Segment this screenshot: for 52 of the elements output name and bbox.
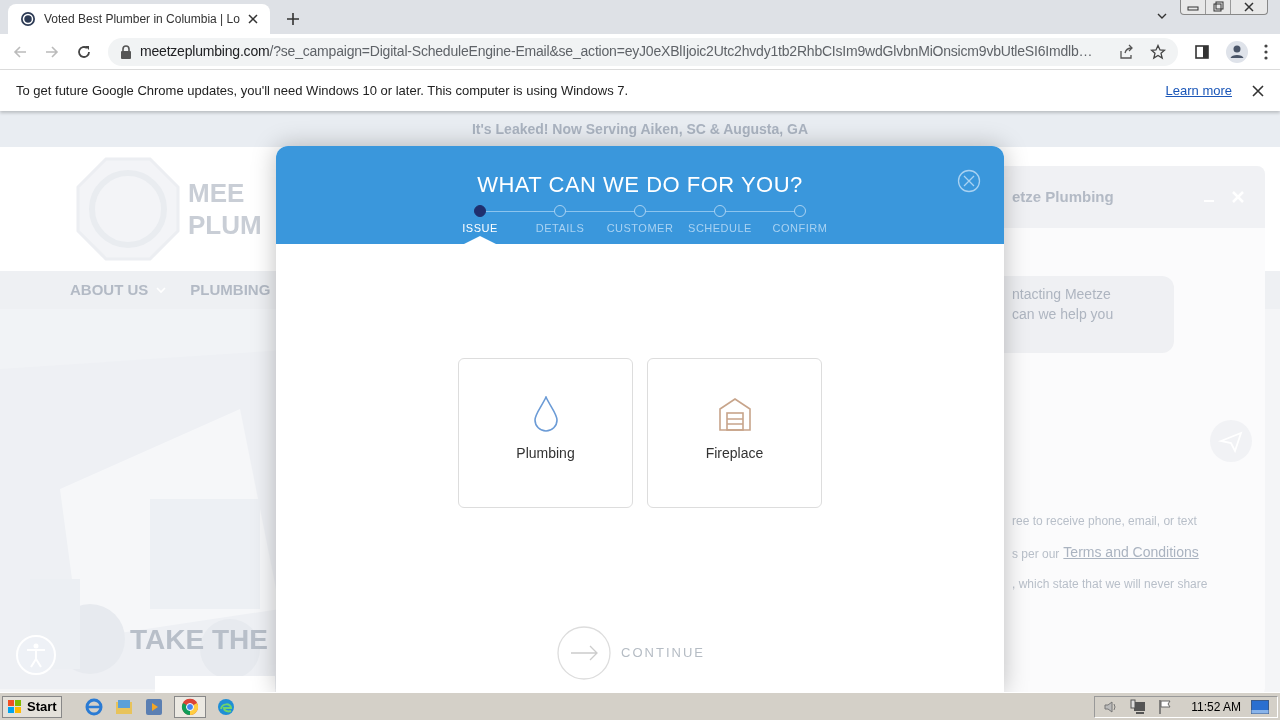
chrome-icon[interactable] xyxy=(173,695,206,718)
address-bar[interactable]: meetzeplumbing.com/?se_campaign=Digital-ScheduleEngine-Email&se_action=eyJ0eXBlIjoic2Utc2hvdy1tb2RhbCIsIm9wdGlvbnMiOnsicm9vbUtleSI6Imdlb… xyxy=(108,37,1178,66)
continue-button[interactable]: CONTINUE xyxy=(621,643,705,663)
close-icon[interactable] xyxy=(248,14,258,24)
media-player-icon[interactable] xyxy=(143,696,164,717)
tab-title: Voted Best Plumber in Columbia | Lo xyxy=(44,11,240,28)
lock-icon xyxy=(120,44,132,59)
edge-icon[interactable] xyxy=(215,696,236,717)
browser-tab[interactable]: Voted Best Plumber in Columbia | Lo xyxy=(8,4,270,34)
step-label[interactable]: CUSTOMER xyxy=(600,220,680,237)
windows-logo-icon xyxy=(7,698,23,715)
terms-link[interactable]: Terms and Conditions xyxy=(1063,542,1199,563)
star-icon[interactable] xyxy=(1150,43,1166,60)
start-button[interactable]: Start xyxy=(2,695,62,718)
step-label[interactable]: SCHEDULE xyxy=(680,220,760,237)
learn-more-link[interactable]: Learn more xyxy=(1165,80,1232,101)
site-icon xyxy=(20,11,36,27)
browser-icon[interactable] xyxy=(83,696,104,717)
new-tab-icon[interactable] xyxy=(286,12,300,26)
consent-text: , which state that we will never share xyxy=(1012,576,1208,593)
modal-title: WHAT CAN WE DO FOR YOU? xyxy=(477,171,803,199)
nav-link[interactable]: PLUMBING xyxy=(190,278,271,302)
step-label[interactable]: ISSUE xyxy=(440,220,520,237)
show-desktop-icon[interactable] xyxy=(1251,699,1269,714)
share-icon[interactable] xyxy=(1118,43,1134,60)
step-label[interactable]: CONFIRM xyxy=(760,220,840,237)
side-panel-icon[interactable] xyxy=(1194,43,1210,60)
chat-message: can we help you xyxy=(1012,305,1115,324)
water-drop-icon xyxy=(532,395,559,433)
house-icon xyxy=(718,395,751,433)
nav-link[interactable]: ABOUT US xyxy=(70,278,149,302)
step-pointer xyxy=(464,236,496,244)
update-message: To get future Google Chrome updates, you'll need Windows 10 or later. This computer is using Windows 7. xyxy=(16,81,630,100)
back-icon[interactable] xyxy=(12,43,28,60)
service-option[interactable]: Fireplace xyxy=(647,358,822,508)
more-menu-icon[interactable] xyxy=(1264,43,1268,60)
form-field[interactable] xyxy=(155,676,275,692)
clock: 11:52 AM xyxy=(1191,698,1241,716)
forward-icon[interactable] xyxy=(44,43,60,60)
chat-message: ntacting Meetze xyxy=(1012,285,1112,304)
flag-icon[interactable] xyxy=(1157,698,1174,715)
profile-icon[interactable] xyxy=(1226,40,1248,63)
network-icon[interactable] xyxy=(1129,698,1148,715)
step-label[interactable]: DETAILS xyxy=(520,220,600,237)
consent-text: s per our xyxy=(1012,546,1060,563)
consent-text: ree to receive phone, email, or text xyxy=(1012,513,1198,530)
url-text: meetzeplumbing.com/?se_campaign=Digital-ScheduleEngine-Email&se_action=eyJ0eXBlIjoic2Utc2hvdy1tb2RhbCIsIm9wdGlvbnMiOnsicm9vbUtleSI6Imdlb… xyxy=(140,42,1094,61)
chat-title: etze Plumbing xyxy=(1012,186,1115,207)
announcement-text: It's Leaked! Now Serving Aiken, SC & Augusta, GA xyxy=(472,119,808,139)
service-option[interactable]: Plumbing xyxy=(458,358,633,508)
reload-icon[interactable] xyxy=(76,43,92,60)
close-icon[interactable] xyxy=(1252,84,1264,97)
